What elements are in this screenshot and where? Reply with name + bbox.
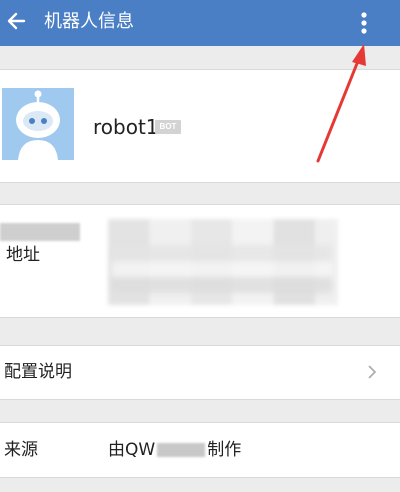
divider <box>0 399 400 400</box>
redacted-label <box>0 223 80 241</box>
source-label: 来源 <box>4 440 38 460</box>
redacted-address-value <box>112 245 332 293</box>
address-row: 地址 <box>0 205 400 317</box>
source-row: 来源 由QW 制作 <box>0 423 400 477</box>
source-suffix: 制作 <box>207 440 242 460</box>
source-prefix: 由QW <box>108 440 156 460</box>
more-vertical-icon[interactable] <box>354 8 374 38</box>
redacted-source-name <box>157 443 206 457</box>
back-arrow-icon[interactable] <box>4 8 30 34</box>
page-title: 机器人信息 <box>44 11 134 32</box>
robot-name: robot1 <box>93 115 159 139</box>
config-row[interactable]: 配置说明 <box>0 346 400 399</box>
divider <box>0 317 400 318</box>
bot-badge: BOT <box>155 120 181 134</box>
source-value: 由QW 制作 <box>108 440 241 460</box>
divider <box>0 182 400 183</box>
app-bar: 机器人信息 <box>0 0 400 46</box>
divider <box>0 477 400 478</box>
config-label: 配置说明 <box>4 362 72 382</box>
robot-profile: robot1 BOT <box>0 70 400 182</box>
chevron-right-icon <box>368 365 377 379</box>
robot-avatar-icon <box>2 88 74 160</box>
address-label: 地址 <box>6 245 40 265</box>
